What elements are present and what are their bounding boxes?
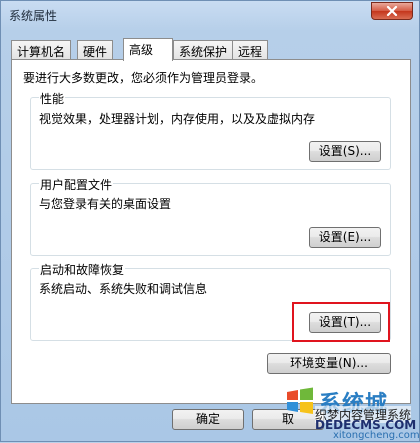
tab-hardware[interactable]: 硬件 (77, 40, 114, 60)
title-bar[interactable]: 系统属性 (1, 1, 419, 29)
admin-notice: 要进行大多数更改，您必须作为管理员登录。 (23, 71, 264, 85)
user-profiles-group-title: 用户配置文件 (39, 176, 114, 193)
highlight-annotation (292, 302, 390, 342)
performance-description: 视觉效果，处理器计划，内存使用，以及及虚拟内存 (39, 112, 316, 126)
startup-recovery-group-title: 启动和故障恢复 (39, 261, 126, 278)
close-button[interactable] (371, 2, 413, 20)
tab-system-protection[interactable]: 系统保护 (173, 40, 234, 60)
tab-strip: 计算机名 硬件 高级 系统保护 远程 (11, 38, 411, 61)
performance-settings-button[interactable]: 设置(S)... (309, 141, 381, 162)
watermark: 系统城 织梦内容管理系统 DEDECMS.COM xitongcheng.com (279, 384, 420, 443)
tab-computer-name[interactable]: 计算机名 (11, 40, 72, 60)
user-profiles-settings-button[interactable]: 设置(E)... (309, 227, 381, 248)
window-title: 系统属性 (9, 9, 58, 23)
tab-advanced[interactable]: 高级 (123, 38, 173, 61)
ok-button[interactable]: 确定 (172, 409, 244, 430)
system-properties-window: 系统属性 计算机名 硬件 高级 系统保护 远程 要进行大多数更改，您必须作为管理… (0, 0, 420, 442)
watermark-url-secondary: xitongcheng.com (333, 430, 420, 441)
user-profiles-description: 与您登录有关的桌面设置 (39, 197, 172, 211)
startup-recovery-description: 系统启动、系统失败和调试信息 (39, 282, 208, 296)
performance-group-title: 性能 (39, 90, 66, 107)
close-icon (386, 6, 398, 16)
tab-remote[interactable]: 远程 (232, 40, 269, 60)
environment-variables-button[interactable]: 环境变量(N)... (267, 353, 391, 374)
windows-logo-icon (287, 387, 313, 414)
